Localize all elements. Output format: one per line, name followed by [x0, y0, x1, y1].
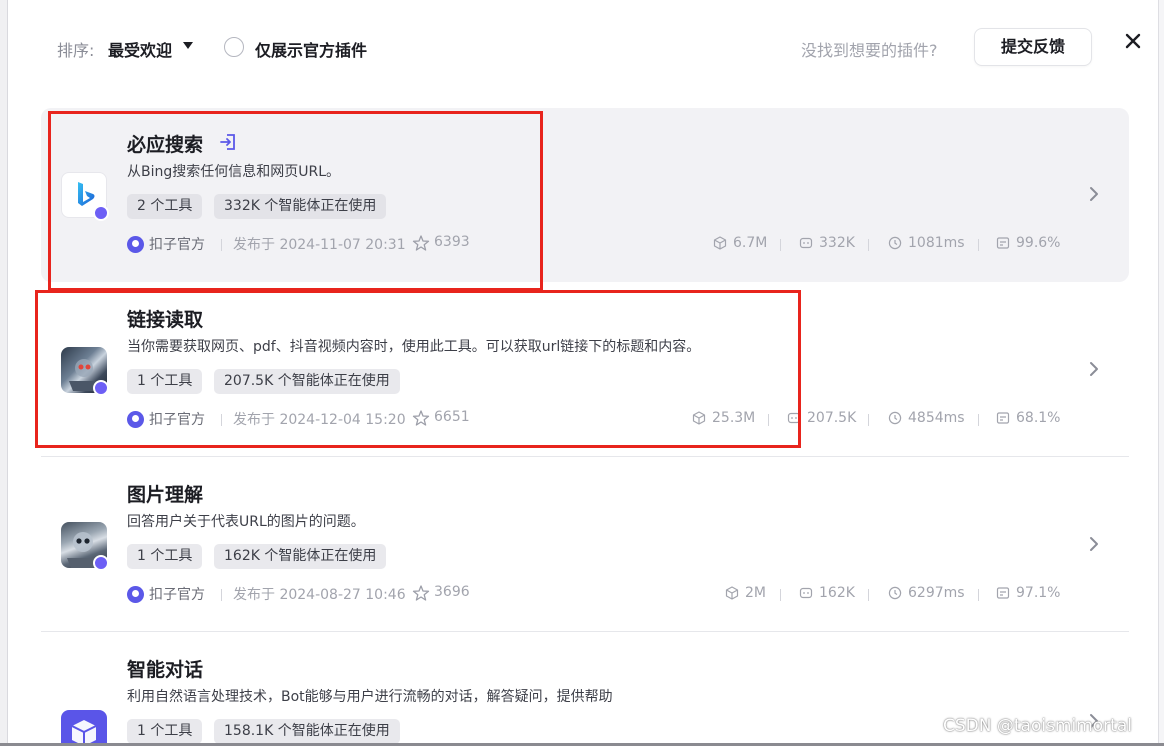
divider — [978, 589, 979, 601]
tool-count-tag: 1 个工具 — [127, 544, 203, 569]
plugin-toolbar: 排序: 最受欢迎 仅展示官方插件 没找到想要的插件? 提交反馈 — [0, 0, 1164, 96]
plugin-title[interactable]: 图片理解 — [127, 480, 203, 507]
avg-latency: 4854ms — [908, 410, 965, 426]
star-icon[interactable] — [412, 584, 430, 602]
success-rate: 99.6% — [1016, 235, 1061, 251]
clock-icon — [888, 411, 902, 425]
divider — [221, 589, 222, 601]
cube-icon — [725, 586, 739, 600]
cube-icon — [61, 710, 107, 746]
official-only-radio[interactable] — [224, 37, 244, 57]
annotation-box — [48, 111, 543, 291]
watermark: CSDN @taoismimortal — [943, 716, 1132, 736]
success-rate: 97.1% — [1016, 585, 1061, 601]
plugin-title[interactable]: 智能对话 — [127, 655, 203, 682]
plugin-description: 回答用户关于代表URL的图片的问题。 — [127, 514, 365, 530]
call-count: 6.7M — [733, 235, 768, 251]
card-divider — [41, 631, 1129, 632]
caret-down-icon[interactable] — [183, 42, 193, 49]
call-count: 2M — [745, 585, 766, 601]
window-left-edge — [0, 0, 8, 746]
divider — [868, 239, 869, 251]
success-rate: 68.1% — [1016, 410, 1061, 426]
chevron-right-icon[interactable] — [1087, 184, 1101, 204]
divider — [780, 239, 781, 251]
success-rate-icon — [996, 237, 1010, 249]
star-count: 3696 — [434, 584, 470, 600]
coze-official-icon — [127, 586, 144, 603]
chevron-right-icon[interactable] — [1087, 359, 1101, 379]
divider — [868, 589, 869, 601]
verified-badge-icon — [93, 555, 109, 571]
success-rate-icon — [996, 412, 1010, 424]
sort-dropdown[interactable]: 最受欢迎 — [108, 37, 172, 61]
close-icon[interactable] — [1122, 30, 1144, 52]
divider — [978, 414, 979, 426]
cube-icon — [713, 236, 727, 250]
usage-count-tag: 162K 个智能体正在使用 — [214, 544, 387, 569]
chevron-right-icon[interactable] — [1087, 534, 1101, 554]
clock-icon — [888, 586, 902, 600]
window-right-edge — [1158, 0, 1164, 746]
plugin-description: 利用自然语言处理技术，Bot能够与用户进行流畅的对话，解答疑问，提供帮助 — [127, 689, 613, 705]
author-name: 扣子官方 — [149, 587, 205, 603]
not-found-hint: 没找到想要的插件? — [801, 41, 938, 60]
clock-icon — [888, 236, 902, 250]
feedback-button[interactable]: 提交反馈 — [974, 28, 1092, 66]
tool-count-tag: 1 个工具 — [127, 719, 203, 744]
card-divider — [41, 456, 1129, 457]
publish-date: 发布于 2024-08-27 10:46 — [233, 587, 406, 603]
official-only-label[interactable]: 仅展示官方插件 — [255, 37, 367, 61]
sort-label: 排序: — [57, 41, 95, 60]
divider — [868, 414, 869, 426]
success-rate-icon — [996, 587, 1010, 599]
annotation-box — [35, 290, 801, 448]
plugin-card[interactable]: 图片理解 回答用户关于代表URL的图片的问题。 1 个工具 162K 个智能体正… — [41, 458, 1129, 632]
bot-count: 207.5K — [807, 410, 857, 426]
divider — [978, 239, 979, 251]
usage-count-tag: 158.1K 个智能体正在使用 — [214, 719, 400, 744]
bot-icon — [799, 587, 813, 599]
bot-count: 332K — [819, 235, 855, 251]
avg-latency: 1081ms — [908, 235, 965, 251]
avg-latency: 6297ms — [908, 585, 965, 601]
bot-count: 162K — [819, 585, 855, 601]
bot-icon — [799, 237, 813, 249]
divider — [780, 589, 781, 601]
